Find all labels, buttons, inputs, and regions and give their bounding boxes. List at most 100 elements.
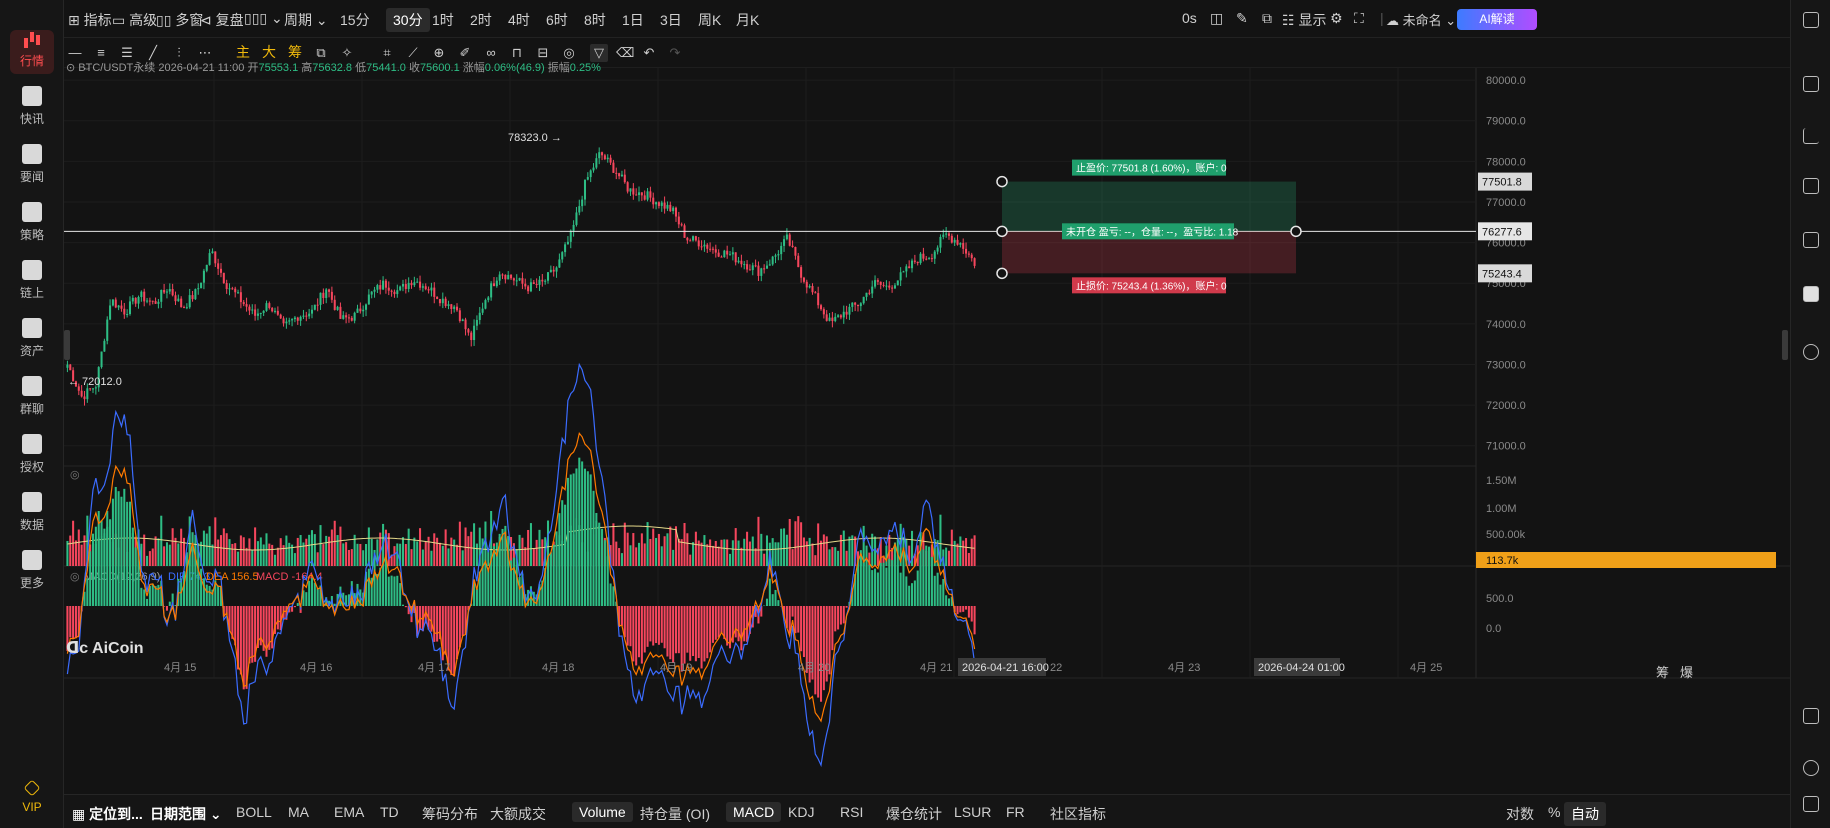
percent-scale-toggle[interactable]: % bbox=[1548, 804, 1560, 820]
sidebar-item-3[interactable]: 策略 bbox=[0, 196, 64, 258]
trash-icon[interactable]: ⌫ bbox=[616, 46, 634, 59]
large-trade-toggle[interactable]: 大 bbox=[262, 45, 276, 59]
menu-lines-icon[interactable]: ≡ bbox=[94, 46, 108, 59]
indicator-10[interactable]: RSI bbox=[840, 804, 863, 820]
indicator-13[interactable]: FR bbox=[1006, 804, 1025, 820]
indicator-1[interactable]: MA bbox=[288, 804, 309, 820]
expand-icon[interactable] bbox=[1803, 76, 1819, 92]
timeframe-5[interactable]: 6时 bbox=[546, 10, 568, 30]
sidebar-item-9[interactable]: 更多 bbox=[0, 544, 64, 606]
log-scale-toggle[interactable]: 对数 bbox=[1506, 804, 1534, 824]
pane-resize-handle-left[interactable] bbox=[64, 330, 70, 360]
layout-dropdown[interactable]: ☁ 未命名 ⌄ bbox=[1386, 10, 1456, 29]
redo-icon[interactable]: ↷ bbox=[668, 46, 682, 59]
layers-icon[interactable]: ⊟ bbox=[536, 46, 550, 59]
timeframe-1[interactable]: 30分 bbox=[386, 8, 430, 32]
fib-icon[interactable]: ⫶ bbox=[172, 46, 186, 59]
indicator-button[interactable]: ⊞ 指标 bbox=[68, 10, 112, 30]
sidebar-item-0[interactable]: 行情 bbox=[0, 22, 64, 84]
zoom-in-icon[interactable]: ⊕ bbox=[432, 46, 446, 59]
minimize-icon[interactable] bbox=[1803, 12, 1819, 28]
brush-icon[interactable]: ✐ bbox=[458, 46, 472, 59]
copy-icon[interactable]: ⧉ bbox=[1262, 10, 1272, 27]
indicator-4[interactable]: 筹码分布 bbox=[422, 804, 478, 824]
timeframe-2[interactable]: 1时 bbox=[432, 10, 454, 30]
main-indicator-toggle[interactable]: 主 bbox=[236, 45, 250, 59]
link-icon[interactable]: ∞ bbox=[484, 46, 498, 59]
right-panel-liquidation-label[interactable]: 爆 bbox=[1680, 662, 1693, 681]
headset-icon[interactable] bbox=[1803, 760, 1819, 776]
position-handle[interactable] bbox=[1290, 225, 1302, 238]
timeframe-6[interactable]: 8时 bbox=[584, 10, 606, 30]
right-panel-chip-label[interactable]: 筹 bbox=[1656, 662, 1669, 681]
chat-bubble-icon[interactable] bbox=[1803, 796, 1819, 812]
ai-interpret-button[interactable]: AI解读 bbox=[1457, 9, 1537, 30]
layout-icon[interactable] bbox=[1803, 708, 1819, 724]
magic-icon[interactable]: ✧ bbox=[340, 46, 354, 59]
timeframe-7[interactable]: 1日 bbox=[622, 10, 644, 30]
indicator-6[interactable]: Volume bbox=[572, 802, 633, 822]
sidebar-item-6[interactable]: 群聊 bbox=[0, 370, 64, 432]
indicator-7[interactable]: 持仓量 (OI) bbox=[640, 804, 710, 824]
sidebar-item-2[interactable]: 要闻 bbox=[0, 138, 64, 200]
chip-toggle[interactable]: 筹 bbox=[288, 45, 302, 59]
sidebar-item-1[interactable]: 快讯 bbox=[0, 80, 64, 142]
chart-canvas[interactable]: ◉ 80000.079000.078000.077000.076000.0750… bbox=[64, 59, 1790, 792]
etf-icon[interactable] bbox=[1803, 232, 1819, 248]
more-icon[interactable]: ⋮ bbox=[1506, 10, 1520, 27]
compare-icon[interactable]: ⧉ bbox=[314, 46, 328, 59]
position-handle[interactable] bbox=[996, 175, 1008, 188]
sidebar-item-8[interactable]: 数据 bbox=[0, 486, 64, 548]
position-handle[interactable] bbox=[996, 267, 1008, 280]
position-handle[interactable] bbox=[996, 225, 1008, 238]
multi-window-button[interactable]: ▯▯ 多窗 bbox=[156, 10, 203, 30]
swap-icon[interactable] bbox=[1803, 344, 1819, 360]
pencil-icon[interactable]: ✎ bbox=[1236, 10, 1248, 27]
parallel-lines-icon[interactable]: ☰ bbox=[120, 46, 134, 59]
trend-chart-icon[interactable] bbox=[1803, 128, 1819, 144]
horizontal-line-icon[interactable]: — bbox=[68, 46, 82, 59]
indicator-11[interactable]: 爆仓统计 bbox=[886, 804, 942, 824]
indicator-2[interactable]: EMA bbox=[334, 804, 364, 820]
pane-resize-handle[interactable] bbox=[1782, 330, 1788, 360]
timeframe-9[interactable]: 周K bbox=[698, 10, 721, 30]
timeframe-3[interactable]: 2时 bbox=[470, 10, 492, 30]
timeframe-4[interactable]: 4时 bbox=[508, 10, 530, 30]
indicator-14[interactable]: 社区指标 bbox=[1050, 804, 1106, 824]
sidebar-item-4[interactable]: 链上 bbox=[0, 254, 64, 316]
chart-type-dropdown[interactable]: ▯▯▯ ⌄ bbox=[244, 10, 283, 27]
ruler-icon[interactable]: ⟋ bbox=[406, 46, 420, 59]
legend-eye-icon[interactable]: ⊙ bbox=[66, 62, 78, 74]
replay-button[interactable]: ⊲ 复盘 bbox=[200, 10, 244, 30]
auto-scale-toggle[interactable]: 自动 bbox=[1564, 802, 1606, 826]
vip-button[interactable]: VIP bbox=[0, 772, 64, 828]
date-range-dropdown[interactable]: 日期范围 ⌄ bbox=[150, 804, 222, 824]
advanced-button[interactable]: ▭ 高级 bbox=[112, 10, 157, 30]
crop-icon[interactable]: ⌗ bbox=[380, 46, 394, 59]
display-button[interactable]: ☷ 显示 bbox=[1282, 10, 1326, 30]
eye-icon[interactable]: ◎ bbox=[562, 46, 576, 59]
indicator-0[interactable]: BOLL bbox=[236, 804, 272, 820]
more-tools-icon[interactable]: ⋯ bbox=[198, 46, 212, 59]
camera-icon[interactable]: ◫ bbox=[1210, 10, 1223, 27]
sidebar-item-7[interactable]: 授权 bbox=[0, 428, 64, 490]
sidebar-item-5[interactable]: 资产 bbox=[0, 312, 64, 374]
timeframe-10[interactable]: 月K bbox=[736, 10, 759, 30]
indicator-9[interactable]: KDJ bbox=[788, 804, 814, 820]
monitor-icon[interactable] bbox=[1803, 178, 1819, 194]
chart-area[interactable]: ◉ 80000.079000.078000.077000.076000.0750… bbox=[64, 59, 1790, 792]
indicator-8[interactable]: MACD bbox=[726, 802, 782, 822]
bot-icon[interactable] bbox=[1803, 286, 1819, 302]
timeframe-8[interactable]: 3日 bbox=[660, 10, 682, 30]
lock-icon[interactable]: ⊓ bbox=[510, 46, 524, 59]
indicator-3[interactable]: TD bbox=[380, 804, 399, 820]
undo-icon[interactable]: ↶ bbox=[642, 46, 656, 59]
fullscreen-icon[interactable]: ⛶ bbox=[1354, 10, 1364, 27]
indicator-5[interactable]: 大额成交 bbox=[490, 804, 546, 824]
settings-gear-icon[interactable]: ⚙ bbox=[1330, 10, 1343, 27]
timeframe-0[interactable]: 15分 bbox=[340, 10, 370, 30]
indicator-12[interactable]: LSUR bbox=[954, 804, 991, 820]
locate-button[interactable]: ▦ 定位到... bbox=[72, 804, 143, 824]
period-dropdown[interactable]: 周期 ⌄ bbox=[284, 10, 328, 30]
trend-line-icon[interactable]: ╱ bbox=[146, 46, 160, 59]
